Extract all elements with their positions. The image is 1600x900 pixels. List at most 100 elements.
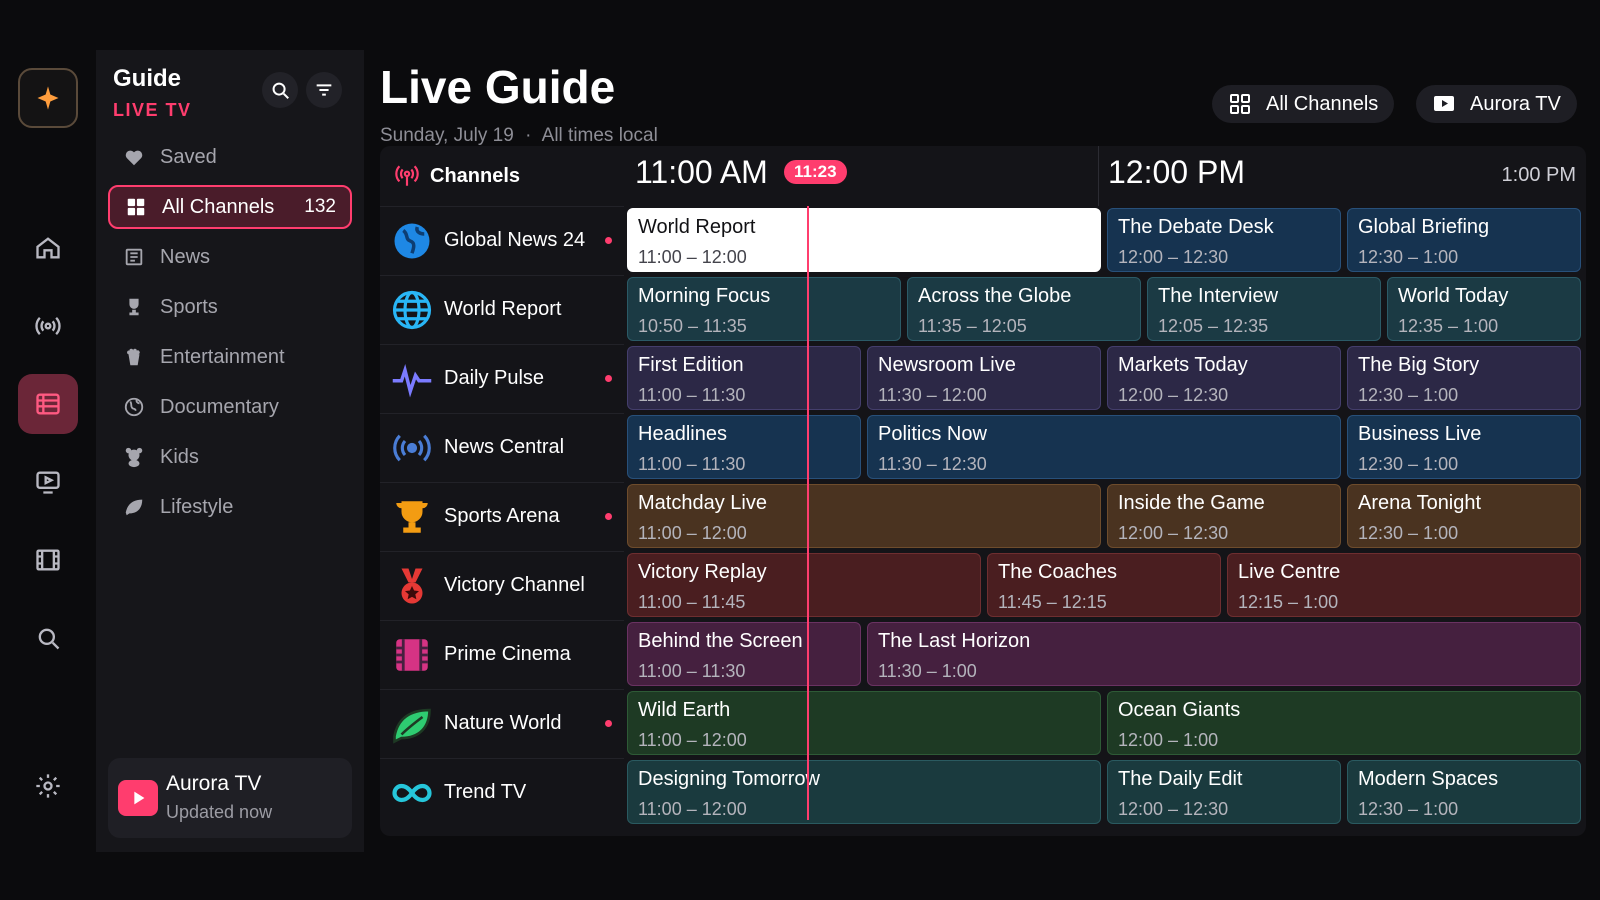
program-title: Global Briefing (1358, 216, 1490, 238)
program-tile[interactable]: Ocean Giants 12:00 – 1:00 (1107, 691, 1581, 755)
film-icon[interactable] (18, 530, 78, 590)
nav-item-news[interactable]: News (108, 235, 352, 279)
channel-row[interactable]: Daily Pulse (380, 344, 624, 412)
program-tile[interactable]: The Big Story 12:30 – 1:00 (1347, 346, 1581, 410)
live-dot (605, 513, 612, 520)
channel-row[interactable]: Prime Cinema (380, 620, 624, 688)
channel-row[interactable]: Global News 24 (380, 206, 624, 274)
nav-label: Kids (160, 445, 199, 468)
channel-row[interactable]: Victory Channel (380, 551, 624, 619)
page-subtitle: Sunday, July 19 · All times local (380, 125, 658, 147)
program-title: Matchday Live (638, 492, 767, 514)
program-time: 11:00 – 11:45 (638, 592, 746, 612)
program-tile[interactable]: First Edition 11:00 – 11:30 (627, 346, 861, 410)
channel-name: Prime Cinema (444, 643, 571, 665)
date-label: Sunday, July 19 (380, 125, 514, 146)
infinity-icon (390, 771, 434, 815)
home-icon[interactable] (18, 218, 78, 278)
program-tile[interactable]: Victory Replay 11:00 – 11:45 (627, 553, 981, 617)
channels-header: Channels (380, 146, 624, 206)
program-tile[interactable]: Markets Today 12:00 – 12:30 (1107, 346, 1341, 410)
program-tile[interactable]: Modern Spaces 12:30 – 1:00 (1347, 760, 1581, 824)
program-tile[interactable]: Wild Earth 11:00 – 12:00 (627, 691, 1101, 755)
now-indicator-line (807, 206, 809, 820)
program-tile[interactable]: Behind the Screen 11:00 – 11:30 (627, 622, 861, 686)
program-tile[interactable]: The Daily Edit 12:00 – 12:30 (1107, 760, 1341, 824)
program-time: 12:00 – 12:30 (1118, 799, 1229, 819)
program-title: World Report (638, 216, 756, 238)
gear-icon[interactable] (18, 756, 78, 816)
program-tile[interactable]: The Debate Desk 12:00 – 12:30 (1107, 208, 1341, 272)
program-time: 12:00 – 12:30 (1118, 523, 1229, 543)
broadcast-icon (390, 426, 434, 470)
nav-item-lifestyle[interactable]: Lifestyle (108, 485, 352, 529)
program-title: Inside the Game (1118, 492, 1265, 514)
program-time: 12:30 – 1:00 (1358, 454, 1459, 474)
nav-label: Sports (160, 295, 218, 318)
provider-status: Updated now (166, 802, 273, 822)
channel-row[interactable]: Trend TV (380, 758, 624, 826)
channel-name: Sports Arena (444, 505, 560, 527)
filter-button[interactable] (306, 72, 342, 108)
program-tile[interactable]: Inside the Game 12:00 – 12:30 (1107, 484, 1341, 548)
program-tile[interactable]: The Coaches 11:45 – 12:15 (987, 553, 1221, 617)
program-tile[interactable]: Across the Globe 11:35 – 12:05 (907, 277, 1141, 341)
nav-item-kids[interactable]: Kids (108, 435, 352, 479)
globe-icon (122, 395, 146, 419)
program-tile[interactable]: Matchday Live 11:00 – 12:00 (627, 484, 1101, 548)
program-time: 10:50 – 11:35 (638, 316, 747, 336)
antenna-icon[interactable] (18, 296, 78, 356)
program-tile[interactable]: World Today 12:35 – 1:00 (1387, 277, 1581, 341)
channel-count-badge: 132 (304, 196, 336, 217)
tv-play-icon (1434, 96, 1454, 111)
channel-row[interactable]: Sports Arena (380, 482, 624, 550)
all-channels-filter-button[interactable]: All Channels (1212, 85, 1395, 123)
program-time: 12:05 – 12:35 (1158, 316, 1269, 336)
channel-row[interactable]: Nature World (380, 689, 624, 757)
program-tile[interactable]: Morning Focus 10:50 – 11:35 (627, 277, 901, 341)
channel-name: Daily Pulse (444, 367, 545, 389)
program-guide-grid: Channels 11:00 AM 11:23 12:00 PM 1:00 PM… (380, 146, 1586, 836)
program-time: 11:30 – 12:00 (878, 385, 987, 405)
program-tile[interactable]: Politics Now 11:30 – 12:30 (867, 415, 1341, 479)
nav-item-sports[interactable]: Sports (108, 285, 352, 329)
sparkle-icon[interactable] (18, 68, 78, 128)
program-tile[interactable]: Global Briefing 12:30 – 1:00 (1347, 208, 1581, 272)
channel-row[interactable]: News Central (380, 413, 624, 481)
program-tile[interactable]: The Last Horizon 11:30 – 1:00 (867, 622, 1581, 686)
program-tile[interactable]: Arena Tonight 12:30 – 1:00 (1347, 484, 1581, 548)
separator: · (525, 125, 532, 146)
provider-card[interactable]: Aurora TV Updated now (108, 758, 352, 838)
nav-item-all-channels[interactable]: All Channels 132 (108, 185, 352, 229)
program-tile[interactable]: Business Live 12:30 – 1:00 (1347, 415, 1581, 479)
program-title: Behind the Screen (638, 630, 803, 652)
nav-item-saved[interactable]: Saved (108, 135, 352, 179)
side-title: Guide (113, 65, 182, 92)
guide-icon[interactable] (18, 374, 78, 434)
nav-label: Documentary (160, 395, 279, 418)
program-tile[interactable]: Newsroom Live 11:30 – 12:00 (867, 346, 1101, 410)
program-time: 11:35 – 12:05 (918, 316, 1027, 336)
newspaper-icon (122, 245, 146, 269)
play-icon (118, 780, 158, 816)
program-title: First Edition (638, 354, 744, 376)
program-time: 11:30 – 12:30 (878, 454, 987, 474)
program-tile[interactable]: World Report 11:00 – 12:00 (627, 208, 1101, 272)
provider-button[interactable]: Aurora TV (1416, 85, 1577, 123)
provider-name: Aurora TV (166, 772, 262, 795)
nav-label: News (160, 245, 211, 268)
search-button[interactable] (262, 72, 298, 108)
program-tile[interactable]: Headlines 11:00 – 11:30 (627, 415, 861, 479)
tv-icon[interactable] (18, 452, 78, 512)
program-tile[interactable]: The Interview 12:05 – 12:35 (1147, 277, 1381, 341)
program-time: 11:00 – 12:00 (638, 799, 747, 819)
program-time: 12:30 – 1:00 (1358, 385, 1459, 405)
program-tile[interactable]: Live Centre 12:15 – 1:00 (1227, 553, 1581, 617)
program-tile[interactable]: Designing Tomorrow 11:00 – 12:00 (627, 760, 1101, 824)
nav-item-documentary[interactable]: Documentary (108, 385, 352, 429)
category-nav: Saved All Channels 132 News Sports Enter… (108, 135, 352, 535)
program-title: The Coaches (998, 561, 1117, 583)
nav-item-entertainment[interactable]: Entertainment (108, 335, 352, 379)
search-icon[interactable] (18, 608, 78, 668)
channel-row[interactable]: World Report (380, 275, 624, 343)
